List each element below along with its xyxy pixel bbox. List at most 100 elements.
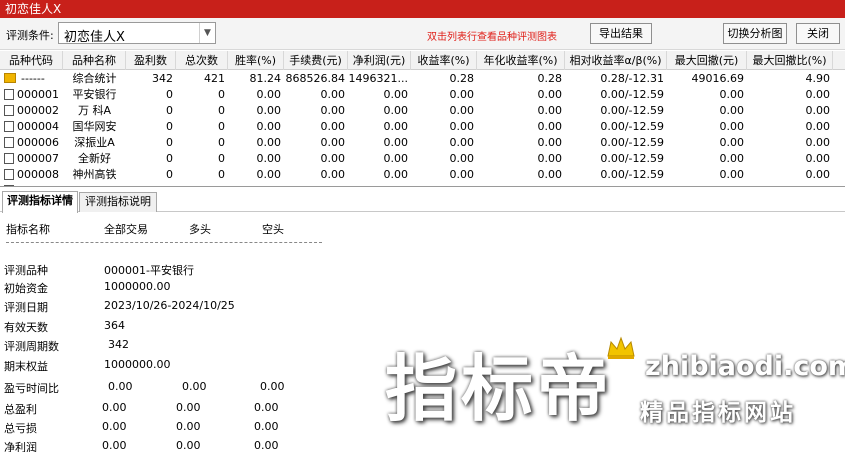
table-cell: 0.28 [449, 72, 475, 85]
metric-value: 0.00 [108, 380, 133, 393]
table-cell: 0.00 [320, 104, 346, 117]
table-row[interactable]: 000002 万 科A 0 0 0.00 0.00 0.00 0.00 0.00… [0, 103, 845, 119]
column-header[interactable]: 最大回撤比(%) [747, 51, 833, 70]
tab-indicator-details[interactable]: 评测指标详情 [2, 191, 78, 213]
info-label: 评测日期 [4, 301, 48, 314]
close-button[interactable]: 关闭 [796, 23, 840, 44]
combo-value: 初恋佳人X [64, 30, 125, 45]
results-table: 品种代码 品种名称 盈利数 总次数 胜率(%) 手续费(元) 净利润(元) 收益… [0, 51, 845, 187]
checkbox-icon[interactable] [4, 105, 14, 116]
detail-header-short: 空头 [262, 223, 284, 236]
info-label: 初始资金 [4, 282, 48, 295]
checkbox-icon[interactable] [4, 185, 14, 186]
table-cell: 0.00 [805, 104, 831, 117]
column-header[interactable]: 年化收益率(%) [477, 51, 565, 70]
code-cell: 000001 [0, 87, 63, 103]
table-cell: 49016.69 [691, 72, 745, 85]
table-cell: 0.00 [449, 152, 475, 165]
row-code: 000004 [17, 120, 59, 133]
column-header[interactable]: 总次数 [176, 51, 228, 70]
table-cell: 0.00 [383, 104, 409, 117]
tab-indicator-description[interactable]: 评测指标说明 [79, 192, 157, 212]
table-cell: 0.00 [449, 136, 475, 149]
column-header[interactable]: 收益率(%) [411, 51, 477, 70]
table-cell: 0.00 [719, 104, 745, 117]
table-cell: 0.00 [320, 136, 346, 149]
summary-row[interactable]: ------ 综合统计 342 421 81.24 868526.84 1496… [0, 71, 845, 87]
checkbox-icon[interactable] [4, 137, 14, 148]
checkbox-icon[interactable] [4, 121, 14, 132]
table-cell: 0 [218, 88, 225, 101]
table-cell: 0.00/-12.59 [600, 168, 664, 181]
table-cell: 1496321... [348, 72, 408, 85]
table-cell: 0.00 [383, 168, 409, 181]
table-cell: 0.00 [449, 88, 475, 101]
watermark-tagline: 精品指标网站 [640, 400, 796, 426]
column-header[interactable]: 品种代码 [0, 51, 63, 70]
folder-icon [4, 73, 16, 83]
window-title: 初恋佳人X [5, 2, 62, 16]
row-code: 000002 [17, 104, 59, 117]
column-header[interactable]: 净利润(元) [348, 51, 411, 70]
table-cell: 0.00 [256, 104, 282, 117]
table-cell: 0.00 [805, 88, 831, 101]
info-value: 364 [104, 319, 125, 332]
table-row[interactable]: 000004 国华网安 0 0 0.00 0.00 0.00 0.00 0.00… [0, 119, 845, 135]
switch-chart-button[interactable]: 切换分析图 [723, 23, 787, 44]
table-cell: 0 [218, 152, 225, 165]
window-title-bar: 初恋佳人X [0, 0, 845, 18]
table-row[interactable]: 000007 全新好 0 0 0.00 0.00 0.00 0.00 0.00 … [0, 151, 845, 167]
metric-label: 盈亏时间比 [4, 382, 59, 395]
metric-value: 0.00 [176, 420, 201, 433]
evaluation-condition-combo[interactable]: 初恋佳人X ▼ [58, 22, 216, 45]
table-cell: 0.00 [537, 104, 563, 117]
double-click-hint: 双击列表行查看品种评测图表 [427, 32, 557, 43]
detail-tab-bar: 评测指标详情 评测指标说明 [0, 189, 845, 213]
detail-header-metric: 指标名称 [6, 223, 50, 236]
code-cell: 000007 [0, 151, 63, 167]
row-name: 全新好 [78, 152, 111, 165]
column-header[interactable]: 品种名称 [63, 51, 126, 70]
column-header[interactable]: 最大回撤(元) [667, 51, 747, 70]
info-value: 1000000.00 [104, 358, 171, 371]
checkbox-icon[interactable] [4, 153, 14, 164]
column-header[interactable]: 胜率(%) [228, 51, 284, 70]
metric-value: 0.00 [254, 401, 279, 414]
table-cell: 0.00 [449, 168, 475, 181]
checkbox-icon[interactable] [4, 169, 14, 180]
column-header[interactable]: 手续费(元) [284, 51, 348, 70]
export-results-button[interactable]: 导出结果 [590, 23, 652, 44]
table-cell: 0.00/-12.59 [600, 120, 664, 133]
table-row[interactable]: 000001 平安银行 0 0 0.00 0.00 0.00 0.00 0.00… [0, 87, 845, 103]
chevron-down-icon[interactable]: ▼ [199, 23, 215, 43]
table-cell: 0 [166, 104, 173, 117]
checkbox-icon[interactable] [4, 89, 14, 100]
table-cell: 0.00 [805, 120, 831, 133]
table-cell: 0.00 [320, 152, 346, 165]
row-name: 万 科A [77, 104, 112, 117]
table-cell: 342 [152, 72, 173, 85]
table-cell: 4.90 [805, 72, 831, 85]
info-value: 342 [108, 338, 129, 351]
table-row[interactable]: 000008 神州高铁 0 0 0.00 0.00 0.00 0.00 0.00… [0, 167, 845, 183]
summary-code: ------ [21, 72, 45, 85]
watermark-url: zhibiaodi.com [645, 351, 845, 382]
table-cell: 0.00 [256, 136, 282, 149]
column-header[interactable]: 相对收益率α/β(%) [565, 51, 667, 70]
table-row[interactable] [0, 183, 845, 186]
table-cell: 0.00 [383, 88, 409, 101]
table-cell: 81.24 [249, 72, 282, 85]
watermark-logo-text: 指标帝 [385, 347, 614, 431]
table-cell: 0 [166, 152, 173, 165]
code-cell: ------ [0, 71, 63, 87]
table-cell: 0.00 [719, 120, 745, 133]
table-cell: 0.00 [719, 168, 745, 181]
metric-value: 0.00 [260, 380, 285, 393]
table-cell: 0 [218, 168, 225, 181]
table-row[interactable]: 000006 深振业A 0 0 0.00 0.00 0.00 0.00 0.00… [0, 135, 845, 151]
detail-header-all: 全部交易 [104, 223, 148, 236]
table-cell: 0.00 [805, 136, 831, 149]
code-cell: 000008 [0, 167, 63, 183]
row-name: 深振业A [74, 136, 115, 149]
column-header[interactable]: 盈利数 [126, 51, 176, 70]
